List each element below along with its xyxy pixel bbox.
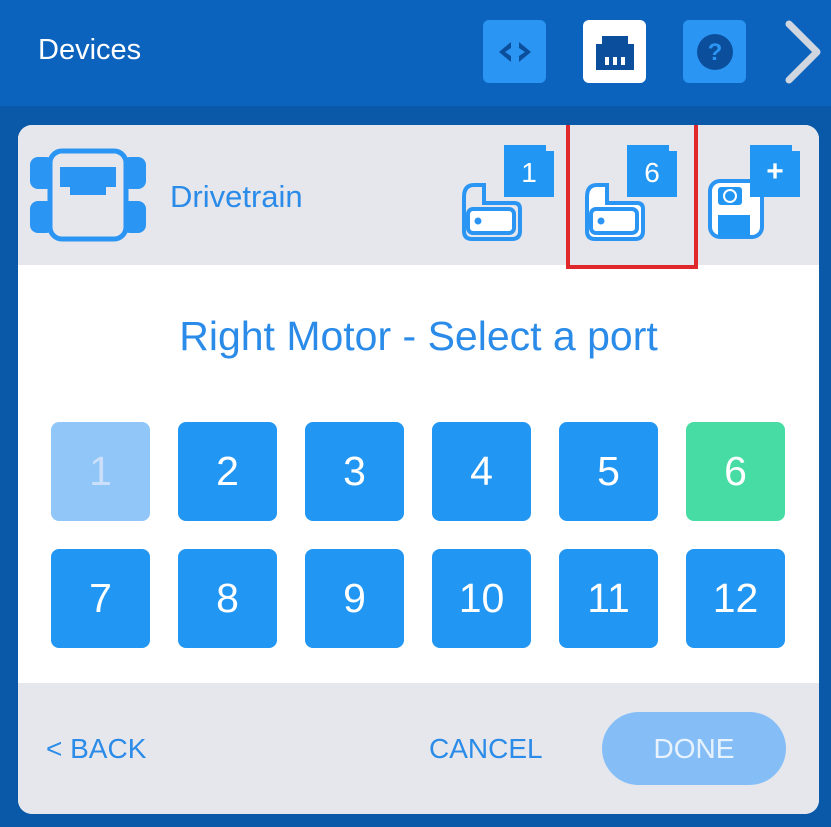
port-connector-icon: [595, 35, 634, 70]
port-button-4[interactable]: 4: [432, 422, 531, 521]
port-select-prompt: Right Motor - Select a port: [179, 313, 658, 359]
highlight-box: [566, 125, 698, 269]
port-button-12[interactable]: 12: [686, 549, 785, 648]
motor-port-label: 1: [521, 157, 537, 188]
chevron-right-icon[interactable]: [779, 18, 827, 86]
help-button[interactable]: ?: [683, 20, 746, 83]
drivetrain-icon: [30, 148, 146, 242]
port-button-5[interactable]: 5: [559, 422, 658, 521]
add-motor-label: +: [766, 155, 784, 188]
port-button-1: 1: [51, 422, 150, 521]
back-button[interactable]: < BACK: [46, 733, 146, 765]
svg-text:?: ?: [707, 39, 722, 66]
code-brackets-icon: [498, 41, 531, 62]
motor-port-1[interactable]: 1: [458, 145, 558, 245]
device-header: Drivetrain 1 6 +: [18, 125, 819, 269]
device-config-card: Drivetrain 1 6 + Right Motor - Select a …: [18, 125, 819, 814]
add-motor-button[interactable]: +: [704, 145, 804, 245]
port-button-8[interactable]: 8: [178, 549, 277, 648]
port-button-6[interactable]: 6: [686, 422, 785, 521]
port-button-9[interactable]: 9: [305, 549, 404, 648]
port-button-3[interactable]: 3: [305, 422, 404, 521]
port-button-11[interactable]: 11: [559, 549, 658, 648]
cancel-button[interactable]: CANCEL: [429, 733, 543, 765]
question-mark-icon: ?: [696, 33, 733, 70]
port-button-2[interactable]: 2: [178, 422, 277, 521]
top-bar: Devices ?: [0, 0, 831, 106]
page-title: Devices: [38, 34, 142, 66]
device-label: Drivetrain: [170, 179, 303, 214]
devices-button[interactable]: [583, 20, 646, 83]
port-button-10[interactable]: 10: [432, 549, 531, 648]
code-view-button[interactable]: [483, 20, 546, 83]
dialog-footer: < BACK CANCEL DONE: [18, 683, 819, 814]
port-button-7[interactable]: 7: [51, 549, 150, 648]
port-grid: 1 2 3 4 5 6 7 8 9 10 11 12: [51, 422, 786, 648]
done-button: DONE: [602, 712, 786, 785]
